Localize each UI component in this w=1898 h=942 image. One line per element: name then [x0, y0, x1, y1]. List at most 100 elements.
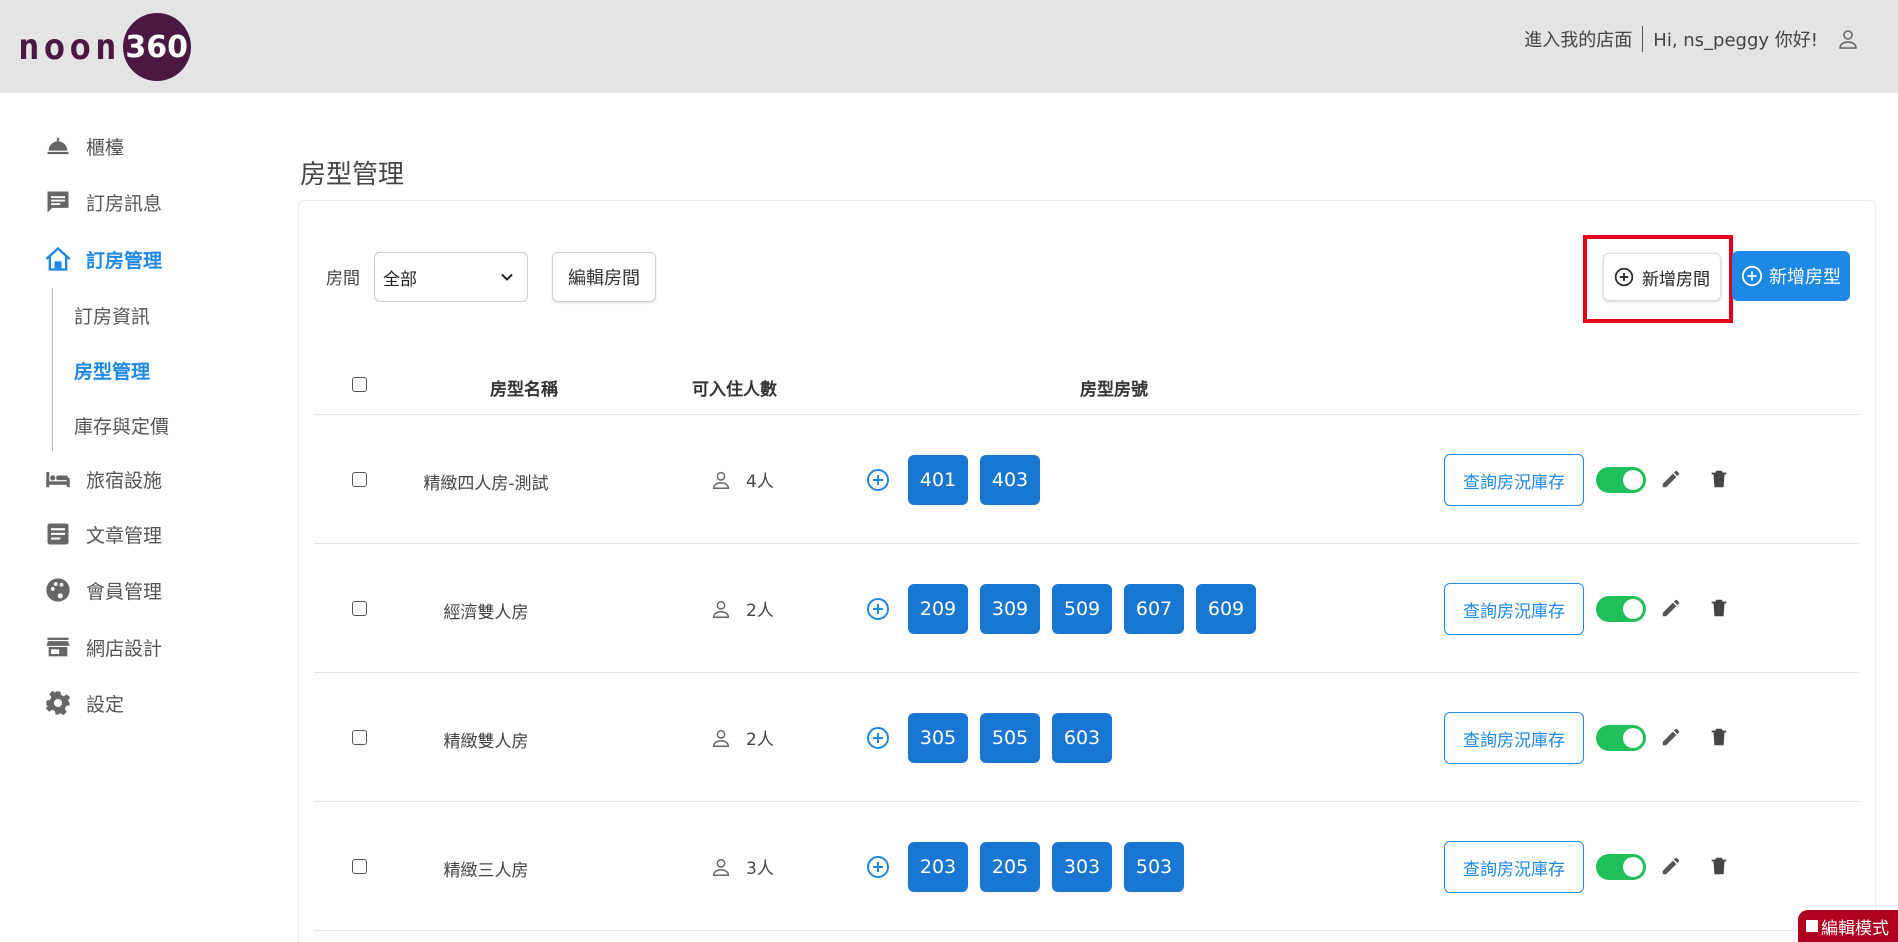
logo-badge: 360: [122, 13, 191, 81]
room-number-chip[interactable]: 503: [1124, 842, 1184, 892]
sidebar-item-settings[interactable]: 設定: [44, 685, 124, 721]
article-icon: [47, 523, 69, 545]
user-area: 進入我的店面 Hi, ns_peggy 你好!: [1524, 24, 1860, 54]
room-filter-value: 全部: [383, 269, 417, 290]
sidebar-subitem-inventory-pricing[interactable]: 庫存與定價: [74, 412, 169, 439]
enable-toggle[interactable]: [1596, 725, 1646, 751]
room-number-chip[interactable]: 203: [908, 842, 968, 892]
room-number-chip[interactable]: 209: [908, 584, 968, 634]
square-icon: [1806, 920, 1818, 932]
row-checkbox[interactable]: [352, 730, 367, 745]
enter-store-link[interactable]: 進入我的店面: [1524, 26, 1644, 52]
person-icon: [712, 471, 730, 489]
add-room-type-label: 新增房型: [1769, 267, 1841, 288]
room-filter-select[interactable]: 全部: [374, 252, 528, 302]
pencil-icon[interactable]: [1660, 726, 1682, 748]
sidebar-item-front-desk[interactable]: 櫃檯: [44, 128, 124, 164]
add-room-number-icon[interactable]: [866, 855, 890, 879]
pencil-icon[interactable]: [1660, 597, 1682, 619]
room-number-list: 401 403: [908, 455, 1052, 505]
page-title: 房型管理: [300, 160, 405, 190]
logo[interactable]: noon 360: [18, 12, 191, 82]
table-row: 經濟雙人房 2人 209 309 509 607 609 查詢房況庫存: [314, 544, 1860, 673]
query-inventory-button[interactable]: 查詢房況庫存: [1444, 841, 1584, 893]
room-number-chip[interactable]: 303: [1052, 842, 1112, 892]
trash-icon[interactable]: [1708, 855, 1730, 877]
enable-toggle[interactable]: [1596, 467, 1646, 493]
edit-mode-label: 編輯模式: [1821, 918, 1889, 939]
sidebar-item-booking-messages[interactable]: 訂房訊息: [44, 184, 162, 220]
sidebar-item-label: 旅宿設施: [86, 469, 163, 492]
person-icon: [712, 858, 730, 876]
sidebar-subitem-booking-info[interactable]: 訂房資訊: [74, 302, 150, 329]
sidebar-item-articles[interactable]: 文章管理: [44, 516, 162, 552]
person-icon: [712, 729, 730, 747]
capacity: 3人: [710, 854, 774, 879]
enable-toggle[interactable]: [1596, 596, 1646, 622]
trash-icon[interactable]: [1708, 468, 1730, 490]
query-inventory-button[interactable]: 查詢房況庫存: [1444, 712, 1584, 764]
add-room-number-icon[interactable]: [866, 726, 890, 750]
room-type-name: 精緻四人房-測試: [423, 474, 549, 494]
room-type-name: 經濟雙人房: [443, 603, 529, 623]
add-room-button[interactable]: 新增房間: [1603, 253, 1721, 301]
room-number-chip[interactable]: 607: [1124, 584, 1184, 634]
edit-mode-tab[interactable]: 編輯模式: [1798, 910, 1898, 942]
room-number-chip[interactable]: 305: [908, 713, 968, 763]
select-all-checkbox[interactable]: [352, 377, 367, 392]
sidebar-subitem-room-types[interactable]: 房型管理: [74, 357, 150, 384]
add-room-label: 新增房間: [1642, 269, 1710, 290]
table-header: 房型名稱 可入住人數 房型房號: [314, 355, 1860, 415]
query-inventory-button[interactable]: 查詢房況庫存: [1444, 454, 1584, 506]
sidebar-item-booking-management[interactable]: 訂房管理: [44, 241, 162, 277]
capacity-value: 2人: [746, 730, 774, 750]
gear-icon: [45, 690, 71, 716]
top-bar: noon 360 進入我的店面 Hi, ns_peggy 你好!: [0, 0, 1898, 93]
pencil-icon[interactable]: [1660, 468, 1682, 490]
row-checkbox[interactable]: [352, 859, 367, 874]
sidebar-item-members[interactable]: 會員管理: [44, 572, 162, 608]
room-number-list: 203 205 303 503: [908, 842, 1196, 892]
room-number-chip[interactable]: 505: [980, 713, 1040, 763]
capacity-value: 3人: [746, 859, 774, 879]
add-room-number-icon[interactable]: [866, 597, 890, 621]
edit-rooms-button[interactable]: 編輯房間: [552, 252, 656, 302]
room-number-chip[interactable]: 609: [1196, 584, 1256, 634]
plus-circle-icon: [1741, 265, 1763, 287]
enable-toggle[interactable]: [1596, 854, 1646, 880]
sidebar-item-store-design[interactable]: 網店設計: [44, 629, 162, 665]
room-number-chip[interactable]: 309: [980, 584, 1040, 634]
sidebar-item-facilities[interactable]: 旅宿設施: [44, 461, 162, 497]
row-checkbox[interactable]: [352, 601, 367, 616]
greeting: Hi, ns_peggy 你好!: [1653, 30, 1818, 51]
sidebar-item-label: 文章管理: [86, 524, 163, 547]
sidebar-item-label: 訂房管理: [86, 249, 163, 272]
room-number-chip[interactable]: 401: [908, 455, 968, 505]
trash-icon[interactable]: [1708, 597, 1730, 619]
query-inventory-button[interactable]: 查詢房況庫存: [1444, 583, 1584, 635]
room-number-chip[interactable]: 509: [1052, 584, 1112, 634]
chevron-down-icon: [501, 273, 513, 281]
room-number-chip[interactable]: 603: [1052, 713, 1112, 763]
user-icon[interactable]: [1836, 27, 1860, 51]
sidebar-item-label: 會員管理: [86, 580, 163, 603]
logo-text: noon: [18, 26, 121, 68]
pencil-icon[interactable]: [1660, 855, 1682, 877]
capacity: 4人: [710, 467, 774, 492]
subnav-divider: [52, 288, 53, 451]
room-number-chip[interactable]: 403: [980, 455, 1040, 505]
row-checkbox[interactable]: [352, 472, 367, 487]
table-row: 精緻四人房-測試 4人 401 403 查詢房況庫存: [314, 415, 1860, 544]
room-number-chip[interactable]: 205: [980, 842, 1040, 892]
add-room-type-button[interactable]: 新增房型: [1732, 251, 1850, 301]
sidebar-item-label: 設定: [86, 693, 125, 716]
person-icon: [712, 600, 730, 618]
plus-circle-icon: [1614, 267, 1634, 287]
room-filter-label: 房間: [326, 269, 360, 289]
store-icon: [46, 637, 70, 657]
sidebar-item-label: 網店設計: [86, 637, 163, 660]
trash-icon[interactable]: [1708, 726, 1730, 748]
room-number-list: 305 505 603: [908, 713, 1124, 763]
column-header-room-numbers: 房型房號: [1080, 380, 1148, 400]
add-room-number-icon[interactable]: [866, 468, 890, 492]
